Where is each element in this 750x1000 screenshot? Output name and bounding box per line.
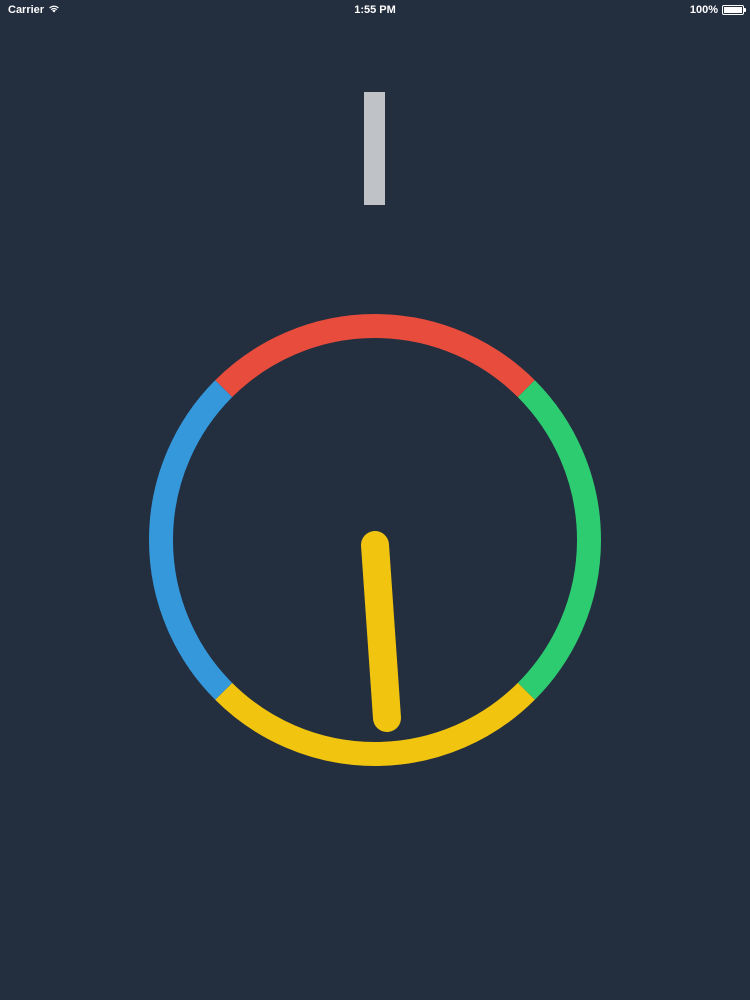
player-ball xyxy=(361,531,401,732)
game-canvas[interactable] xyxy=(0,0,750,1000)
ring-segment-blue xyxy=(149,380,233,700)
ring-segment-green xyxy=(517,380,601,700)
ring-segment-red xyxy=(215,314,535,398)
